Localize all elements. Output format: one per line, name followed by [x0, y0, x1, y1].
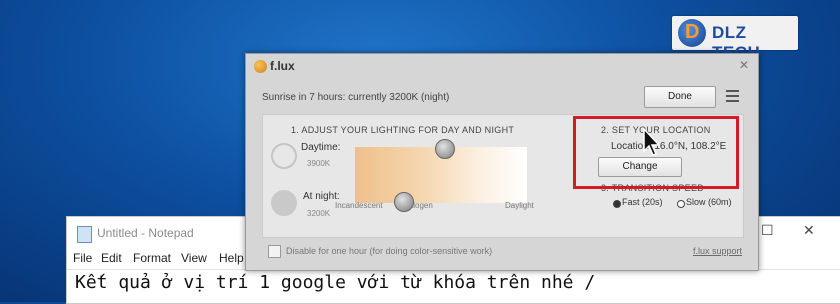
menu-format[interactable]: Format — [133, 251, 171, 265]
close-icon[interactable]: ✕ — [803, 222, 815, 239]
section-lighting-title: 1. Adjust your lighting for day and nigh… — [291, 125, 515, 135]
dlz-tech-logo: DLZ TECH — [672, 16, 798, 62]
menu-help[interactable]: Help — [219, 251, 244, 265]
scale-label-incandescent: Incandescent — [335, 201, 383, 210]
done-button[interactable]: Done — [644, 86, 716, 108]
radio-slow-label[interactable]: Slow (60m) — [686, 197, 732, 207]
support-link[interactable]: f.lux support — [693, 246, 742, 256]
menu-view[interactable]: View — [181, 251, 207, 265]
flux-title: f.lux — [270, 59, 295, 73]
flux-titlebar: f.lux ✕ — [246, 54, 758, 80]
disable-checkbox[interactable] — [268, 245, 281, 258]
radio-fast[interactable] — [613, 200, 621, 208]
close-icon[interactable]: ✕ — [736, 57, 752, 73]
disable-label: Disable for one hour (for doing color-se… — [286, 246, 493, 256]
menu-edit[interactable]: Edit — [101, 251, 122, 265]
daytime-label: Daytime: — [301, 142, 341, 153]
mouse-cursor-icon — [643, 127, 661, 156]
menu-file[interactable]: File — [73, 251, 92, 265]
flux-window: f.lux ✕ Sunrise in 7 hours: currently 32… — [245, 53, 759, 271]
status-text: Sunrise in 7 hours: currently 3200K (nig… — [262, 92, 450, 103]
hamburger-menu-icon[interactable] — [726, 90, 739, 102]
night-value: 3200K — [307, 209, 331, 218]
radio-slow[interactable] — [677, 200, 685, 208]
scale-label-daylight: Daylight — [505, 201, 534, 210]
sun-icon — [271, 143, 297, 169]
daytime-value: 3900K — [307, 159, 331, 168]
moon-icon — [271, 190, 297, 216]
maximize-icon[interactable]: ☐ — [761, 222, 774, 239]
logo-mark-icon — [678, 19, 706, 47]
flux-logo-icon — [254, 60, 267, 73]
notepad-text-area[interactable]: Kết quả ở vị trí 1 google với từ khóa tr… — [75, 272, 595, 293]
notepad-icon — [77, 226, 92, 243]
radio-fast-label[interactable]: Fast (20s) — [622, 197, 663, 207]
notepad-title: Untitled - Notepad — [97, 226, 194, 240]
